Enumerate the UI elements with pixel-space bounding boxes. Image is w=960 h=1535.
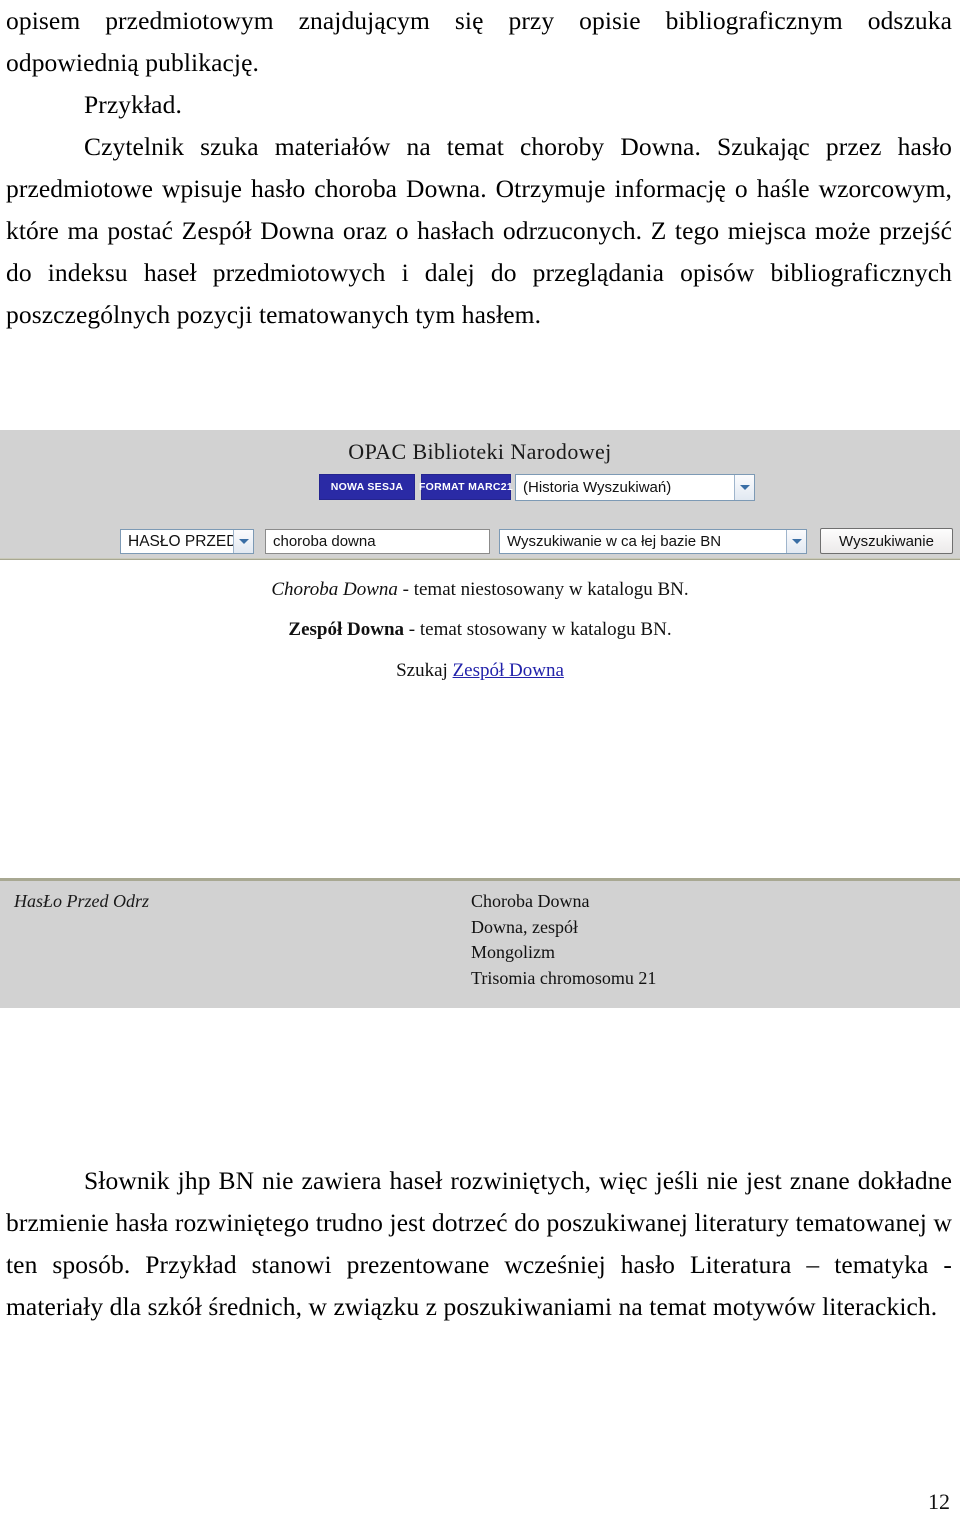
paragraph-closing-wrapper: Słownik jhp BN nie zawiera haseł rozwini…: [6, 1160, 952, 1328]
page-number: 12: [928, 1489, 950, 1514]
marc21-format-button[interactable]: FORMAT MARC21: [419, 474, 513, 500]
rejected-note: - temat niestosowany w katalogu BN.: [397, 579, 689, 600]
paragraph-closing: Słownik jhp BN nie zawiera haseł rozwini…: [6, 1160, 952, 1328]
search-history-select-value: (Historia Wyszukiwań): [523, 479, 672, 496]
list-item[interactable]: Mongolizm: [471, 940, 656, 966]
rejected-term: Choroba Downa: [271, 579, 398, 600]
chevron-down-icon[interactable]: [786, 530, 806, 553]
result-line-search-link: Szukaj Zespół Downa: [0, 660, 960, 682]
search-prefix-label: Szukaj: [396, 660, 453, 681]
list-item[interactable]: Downa, zespół: [471, 915, 656, 941]
paragraph-example: Czytelnik szuka materiałów na temat chor…: [6, 126, 952, 336]
index-type-select-value: HASŁO PRZED: [128, 532, 233, 550]
opac-title: OPAC Biblioteki Narodowej: [348, 439, 612, 464]
opac-screenshot: OPAC Biblioteki Narodowej NOWA SESJA FOR…: [0, 430, 960, 1008]
search-button[interactable]: Wyszukiwanie: [820, 528, 953, 554]
opac-results-panel: Choroba Downa - temat niestosowany w kat…: [0, 560, 960, 878]
paragraph-intro: opisem przedmiotowym znajdującym się prz…: [6, 6, 952, 77]
paragraph-przyklad-heading: Przykład.: [6, 84, 952, 126]
example-text: Czytelnik szuka materiałów na temat chor…: [6, 132, 952, 329]
accepted-note: - temat stosowany w katalogu BN.: [404, 619, 672, 640]
accepted-term: Zespół Downa: [288, 619, 405, 640]
list-item[interactable]: Trisomia chromosomu 21: [471, 966, 656, 992]
search-scope-select-value: Wyszukiwanie w ca łej bazie BN: [507, 533, 722, 550]
opac-index-panel: HasŁo Przed Odrz Choroba Downa Downa, ze…: [0, 878, 960, 1008]
list-item[interactable]: Choroba Downa: [471, 889, 656, 915]
przyklad-label: Przykład.: [84, 90, 182, 119]
opac-header-panel: OPAC Biblioteki Narodowej NOWA SESJA FOR…: [0, 430, 960, 564]
index-term-list: Choroba Downa Downa, zespół Mongolizm Tr…: [471, 889, 656, 991]
chevron-down-icon[interactable]: [233, 530, 253, 553]
search-history-select[interactable]: (Historia Wyszukiwań): [515, 474, 755, 501]
chevron-down-icon[interactable]: [734, 475, 754, 500]
new-session-button[interactable]: NOWA SESJA: [319, 474, 415, 500]
search-scope-select[interactable]: Wyszukiwanie w ca łej bazie BN: [499, 529, 807, 554]
search-input[interactable]: choroba downa: [265, 529, 490, 554]
result-line-accepted: Zespół Downa - temat stosowany w katalog…: [0, 619, 960, 641]
result-line-rejected: Choroba Downa - temat niestosowany w kat…: [0, 579, 960, 601]
index-panel-label: HasŁo Przed Odrz: [14, 891, 150, 911]
closing-text: Słownik jhp BN nie zawiera haseł rozwini…: [6, 1166, 952, 1321]
index-type-select[interactable]: HASŁO PRZED: [120, 529, 254, 554]
search-term-link[interactable]: Zespół Downa: [453, 660, 564, 681]
